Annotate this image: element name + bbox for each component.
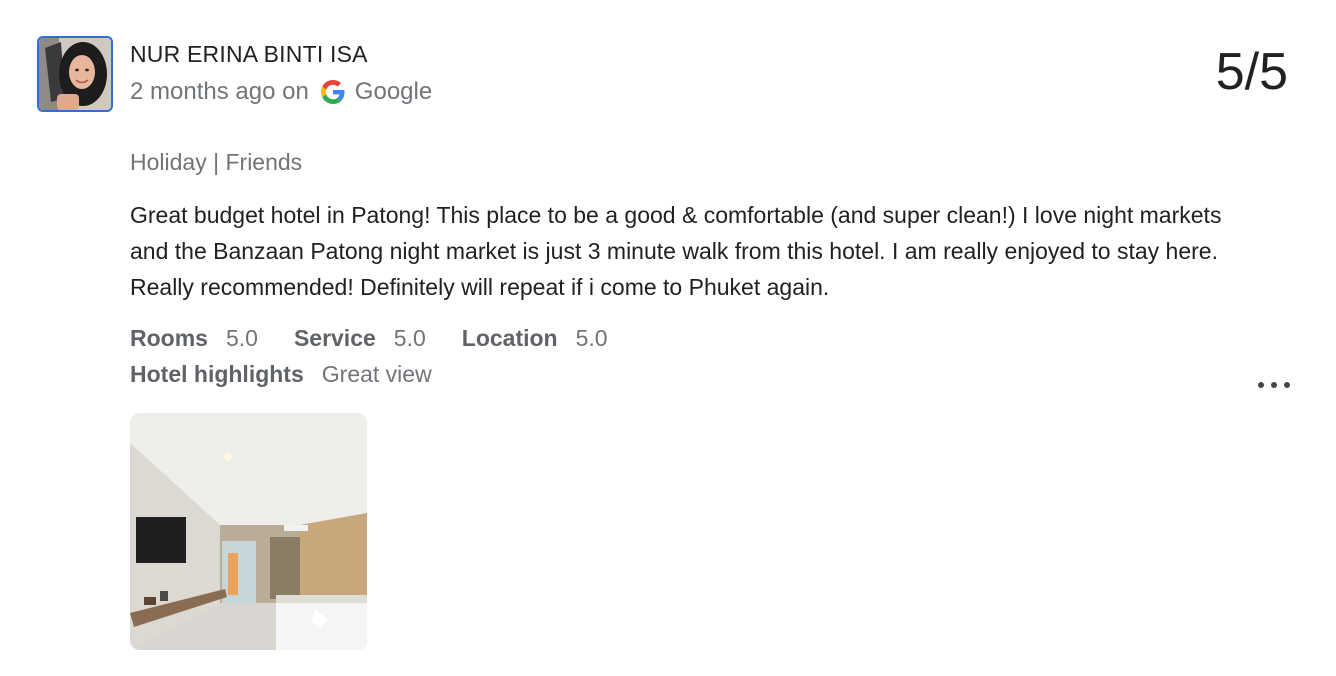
reviewer-name[interactable]: NUR ERINA BINTI ISA (130, 41, 368, 68)
highlights-value: Great view (321, 361, 432, 387)
dot (1258, 382, 1264, 388)
reviewer-avatar[interactable] (37, 36, 113, 112)
rating-label: Service (293, 325, 376, 351)
review-meta: 2 months ago on Google (130, 77, 432, 107)
sub-ratings: Rooms 5.0 Service 5.0 Location 5.0 (130, 325, 644, 352)
review-source: Google (354, 78, 433, 105)
highlights-label: Hotel highlights (130, 361, 304, 387)
rating-location: Location 5.0 (462, 325, 608, 352)
dot (1271, 382, 1277, 388)
trip-separator: | (213, 149, 220, 175)
trip-info: Holiday | Friends (130, 149, 302, 176)
rating-rooms: Rooms 5.0 (130, 325, 258, 352)
rating-label: Rooms (130, 325, 208, 351)
rating-value: 5.0 (393, 325, 426, 351)
rating-value: 5.0 (225, 325, 258, 351)
trip-type: Holiday (130, 149, 207, 175)
rating-service: Service 5.0 (294, 325, 426, 352)
review-text: Great budget hotel in Patong! This place… (130, 202, 1222, 300)
review-photo[interactable] (130, 413, 367, 650)
hotel-highlights: Hotel highlights Great view (130, 361, 432, 388)
review-score: 5/5 (1215, 43, 1288, 101)
trip-group: Friends (225, 149, 303, 175)
review-time: 2 months ago on (130, 78, 309, 105)
review-card: NUR ERINA BINTI ISA 2 months ago on Goog… (0, 0, 1336, 676)
more-options-icon[interactable] (1258, 378, 1290, 392)
rating-value: 5.0 (575, 325, 608, 351)
google-g-icon (320, 80, 345, 104)
dot (1284, 382, 1290, 388)
rating-label: Location (461, 325, 558, 351)
